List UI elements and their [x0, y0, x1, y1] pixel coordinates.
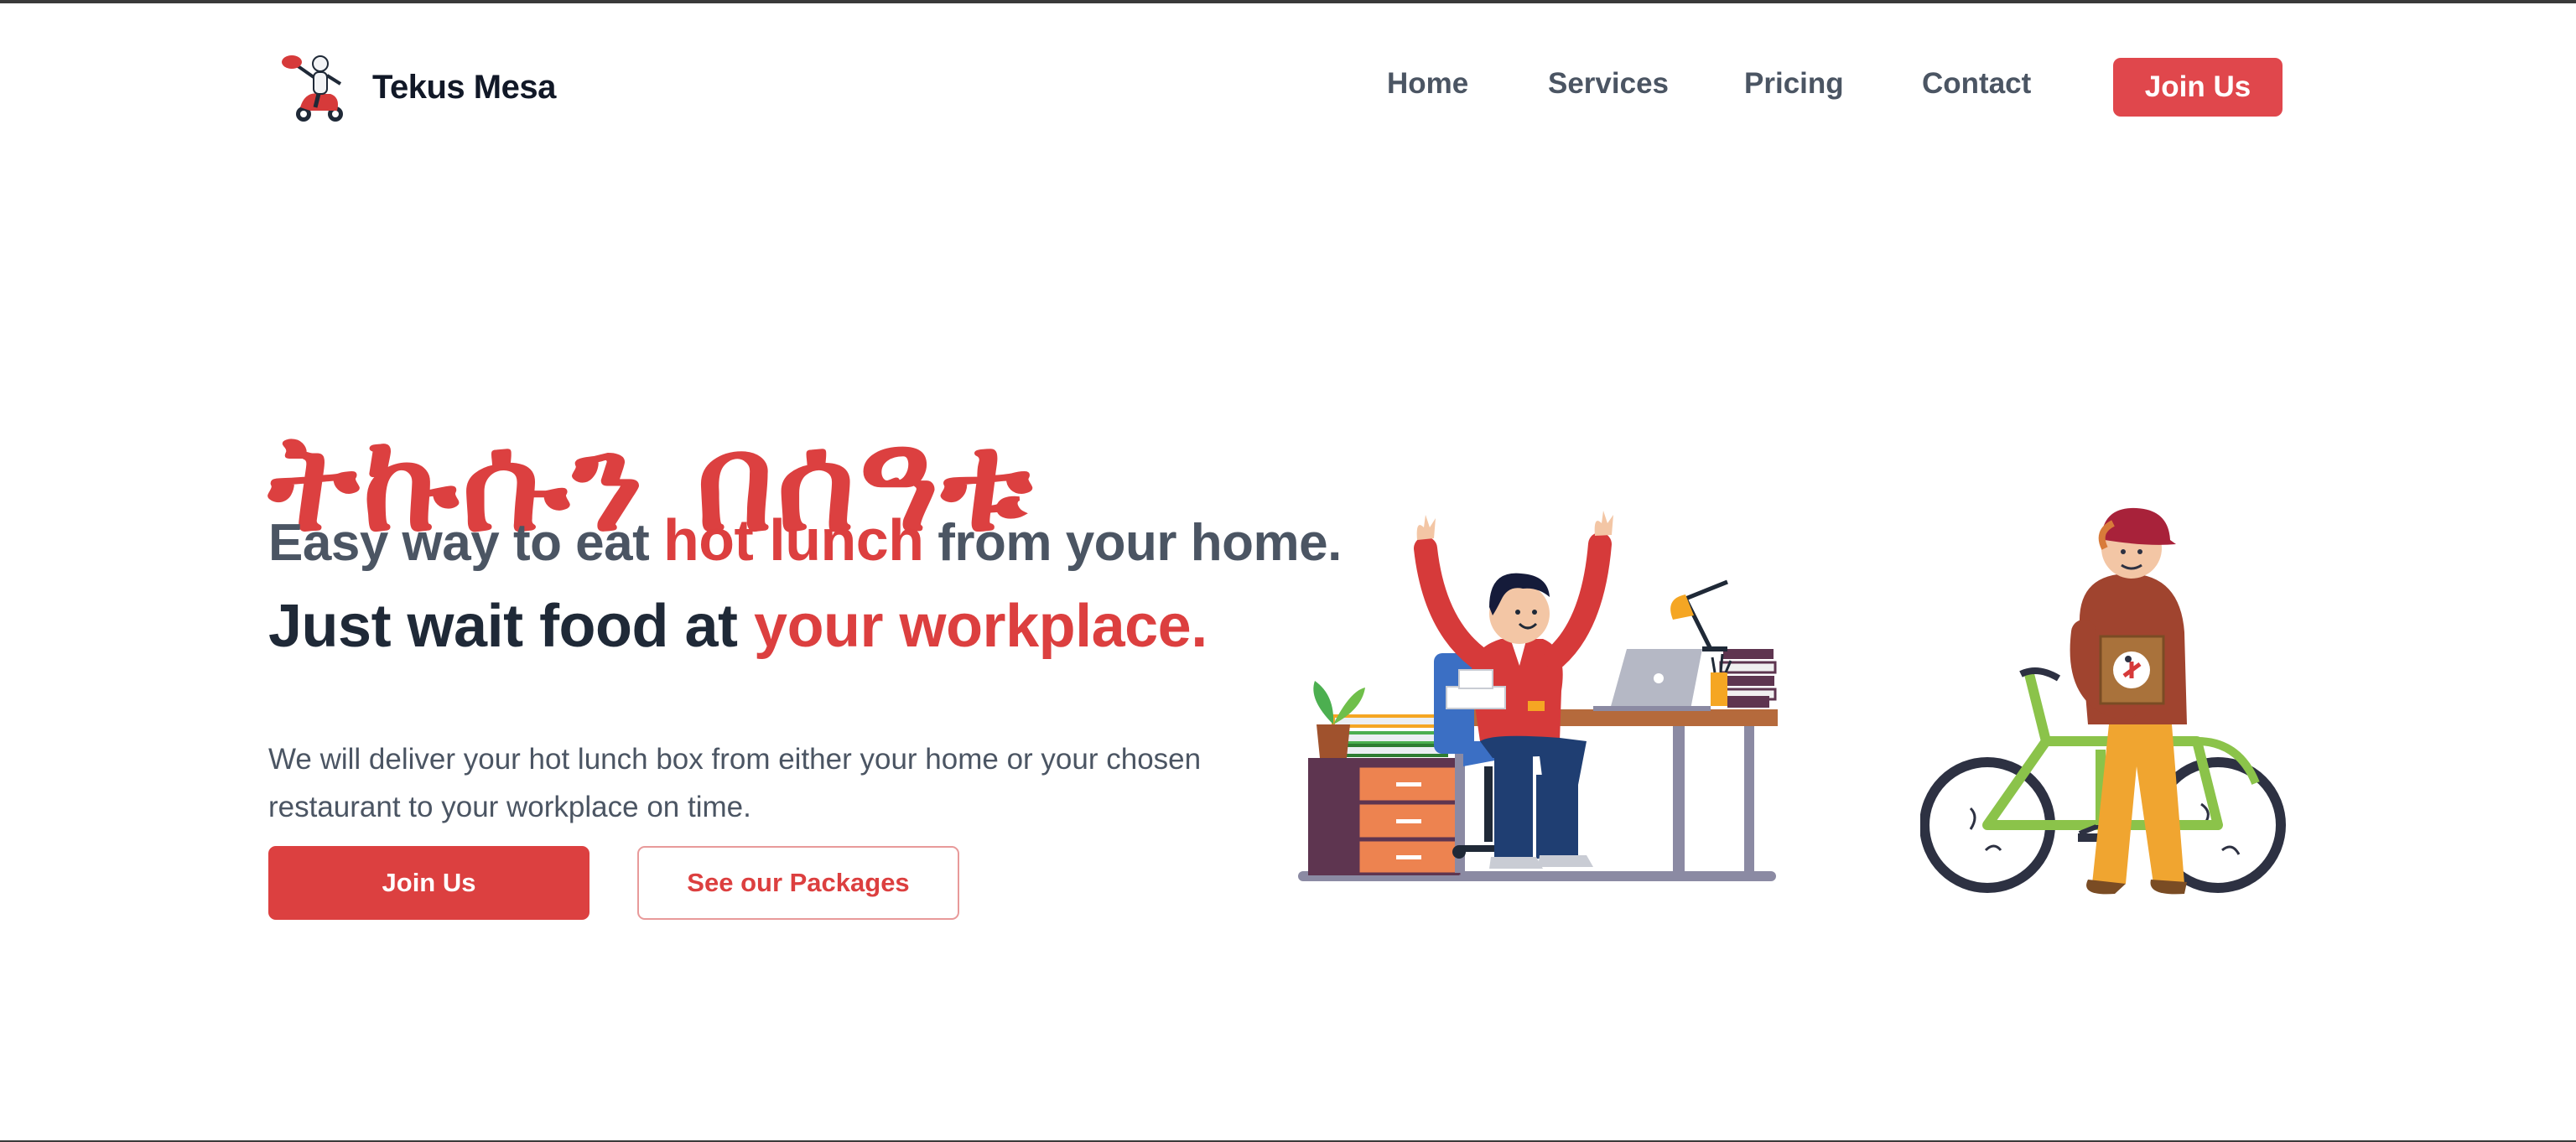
nav-link-home[interactable]: Home: [1387, 67, 1468, 101]
join-us-button[interactable]: Join Us: [268, 846, 589, 920]
nav-link-services[interactable]: Services: [1548, 67, 1669, 101]
nav-link-contact[interactable]: Contact: [1922, 67, 2031, 101]
tagline-1-post: from your home.: [923, 514, 1342, 572]
nav-links: Home Services Pricing Contact Join Us: [1301, 54, 2576, 129]
join-us-nav-button[interactable]: Join Us: [2113, 58, 2283, 117]
hero-tagline-2: Just wait food at your workplace.: [268, 592, 1208, 661]
tagline-2-pre: Just wait food at: [268, 593, 755, 660]
tagline-1-pre: Easy way to eat: [268, 514, 664, 572]
delivery-scooter-icon: [282, 55, 343, 122]
brand[interactable]: Tekus Mesa: [277, 47, 556, 127]
top-navbar: Tekus Mesa Home Services Pricing Contact…: [0, 3, 2576, 171]
hero-tagline-1: Easy way to eat hot lunch from your home…: [268, 506, 1342, 574]
nav-link-pricing[interactable]: Pricing: [1744, 67, 1844, 101]
office-worker-illustration: [1298, 511, 1778, 881]
tagline-1-highlight: hot lunch: [663, 507, 924, 573]
tagline-2-highlight: your workplace.: [754, 593, 1208, 660]
delivery-bike-illustration: [1920, 507, 2286, 895]
see-packages-button[interactable]: See our Packages: [637, 846, 959, 920]
hero-description: We will deliver your hot lunch box from …: [268, 743, 1202, 823]
brand-name: Tekus Mesa: [372, 68, 556, 106]
